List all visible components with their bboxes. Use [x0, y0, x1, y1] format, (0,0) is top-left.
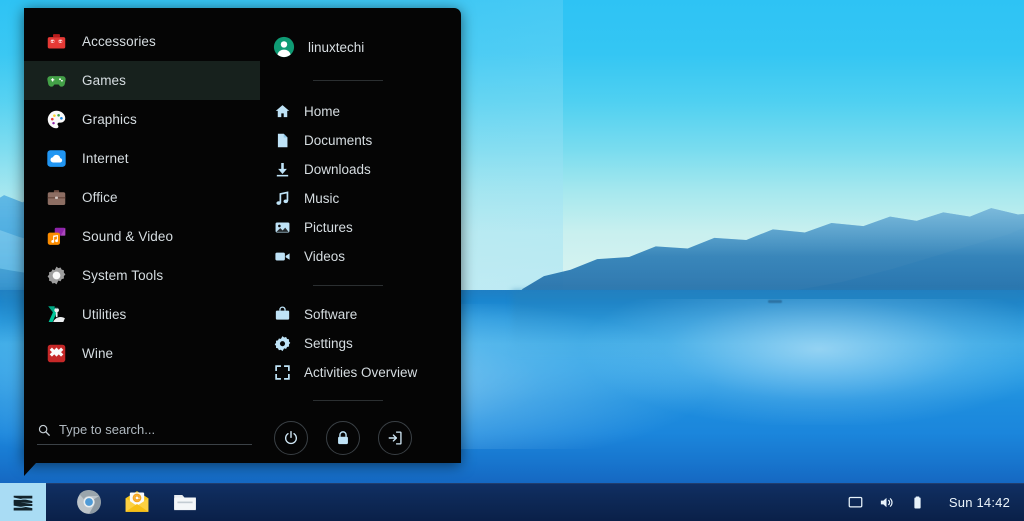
category-accessories[interactable]: Accessories [24, 22, 260, 61]
place-label: Home [304, 104, 341, 119]
category-label: Accessories [82, 34, 156, 49]
utilities-icon [48, 306, 65, 322]
category-utilities[interactable]: Utilities [24, 295, 260, 334]
tray-volume[interactable] [879, 495, 894, 510]
display-icon [848, 496, 863, 507]
shutdown-button[interactable] [274, 421, 308, 455]
download-icon [276, 162, 289, 177]
taskbar-clock[interactable]: Sun 14:42 [949, 495, 1010, 510]
zorin-logo-icon [13, 495, 33, 511]
taskbar-app-chromium[interactable] [76, 489, 102, 515]
gamepad-icon [47, 76, 66, 87]
system-list: Software Settings Activities Overview [260, 300, 461, 387]
music-note-icon [276, 191, 289, 205]
place-label: Music [304, 191, 340, 206]
wine-icon [47, 344, 66, 363]
category-label: Wine [82, 346, 114, 361]
place-label: Pictures [304, 220, 353, 235]
category-label: Sound & Video [82, 229, 174, 244]
menu-places-panel: linuxtechi Home Documents Downloads Musi… [260, 8, 461, 463]
place-downloads[interactable]: Downloads [260, 155, 461, 184]
user-avatar-icon [273, 36, 295, 58]
cloud-icon [47, 150, 66, 167]
category-label: Utilities [82, 307, 127, 322]
user-name: linuxtechi [308, 39, 365, 55]
category-label: Office [82, 190, 118, 205]
mail-icon [125, 491, 149, 512]
menu-category-panel: Accessories Games Graphics Internet Offi… [24, 8, 260, 463]
place-label: Documents [304, 133, 373, 148]
divider-2 [313, 285, 383, 286]
category-internet[interactable]: Internet [24, 139, 260, 178]
power-buttons [274, 421, 461, 455]
wallpaper-boat [768, 300, 782, 304]
category-games[interactable]: Games [24, 61, 260, 100]
logout-button[interactable] [378, 421, 412, 455]
place-pictures[interactable]: Pictures [260, 213, 461, 242]
music-video-icon [47, 227, 66, 245]
logout-icon [388, 431, 402, 445]
search-input[interactable] [59, 422, 252, 437]
palette-icon [47, 110, 66, 129]
system-label: Activities Overview [304, 365, 418, 380]
lock-icon [338, 431, 348, 445]
chromium-icon [77, 490, 101, 514]
picture-icon [275, 222, 290, 233]
wallpaper-water-sheen-2 [563, 299, 1024, 426]
system-activities-overview[interactable]: Activities Overview [260, 358, 461, 387]
user-row[interactable]: linuxtechi [273, 31, 461, 63]
category-label: Internet [82, 151, 129, 166]
system-label: Software [304, 307, 358, 322]
divider-3 [313, 400, 383, 401]
document-icon [277, 133, 288, 148]
category-graphics[interactable]: Graphics [24, 100, 260, 139]
video-camera-icon [275, 252, 290, 261]
place-label: Videos [304, 249, 346, 264]
category-system-tools[interactable]: System Tools [24, 256, 260, 295]
category-list: Accessories Games Graphics Internet Offi… [24, 22, 260, 373]
application-menu[interactable]: Accessories Games Graphics Internet Offi… [24, 8, 461, 463]
taskbar-app-files[interactable] [172, 489, 198, 515]
battery-icon [914, 496, 921, 508]
desktop-screen: Accessories Games Graphics Internet Offi… [0, 0, 1024, 521]
tray-battery[interactable] [910, 495, 925, 510]
gear-icon [47, 266, 66, 285]
file-manager-icon [174, 494, 196, 511]
place-documents[interactable]: Documents [260, 126, 461, 155]
volume-icon [880, 497, 893, 507]
category-sound-video[interactable]: Sound & Video [24, 217, 260, 256]
settings-gear-icon [274, 336, 291, 352]
toolbox-icon [47, 34, 66, 49]
places-list: Home Documents Downloads Music Pictures … [260, 97, 461, 271]
system-settings[interactable]: Settings [260, 329, 461, 358]
lock-button[interactable] [326, 421, 360, 455]
place-home[interactable]: Home [260, 97, 461, 126]
taskbar-app-mail[interactable] [124, 489, 150, 515]
search-icon [38, 424, 50, 436]
category-label: Games [82, 73, 127, 88]
taskbar: Sun 14:42 [0, 483, 1024, 521]
menu-pointer-tail [24, 463, 36, 476]
briefcase-icon [47, 190, 66, 205]
software-bag-icon [275, 306, 290, 320]
divider-1 [313, 80, 383, 81]
category-wine[interactable]: Wine [24, 334, 260, 373]
tray-display[interactable] [848, 495, 863, 510]
category-label: Graphics [82, 112, 137, 127]
system-software[interactable]: Software [260, 300, 461, 329]
category-label: System Tools [82, 268, 164, 283]
home-icon [275, 105, 290, 118]
system-label: Settings [304, 336, 353, 351]
search-box[interactable] [37, 422, 252, 445]
start-button[interactable] [0, 483, 46, 521]
category-office[interactable]: Office [24, 178, 260, 217]
power-icon [284, 431, 298, 445]
place-label: Downloads [304, 162, 371, 177]
taskbar-apps [76, 489, 198, 515]
activities-overview-icon [275, 365, 290, 380]
system-tray: Sun 14:42 [848, 495, 1024, 510]
place-videos[interactable]: Videos [260, 242, 461, 271]
place-music[interactable]: Music [260, 184, 461, 213]
